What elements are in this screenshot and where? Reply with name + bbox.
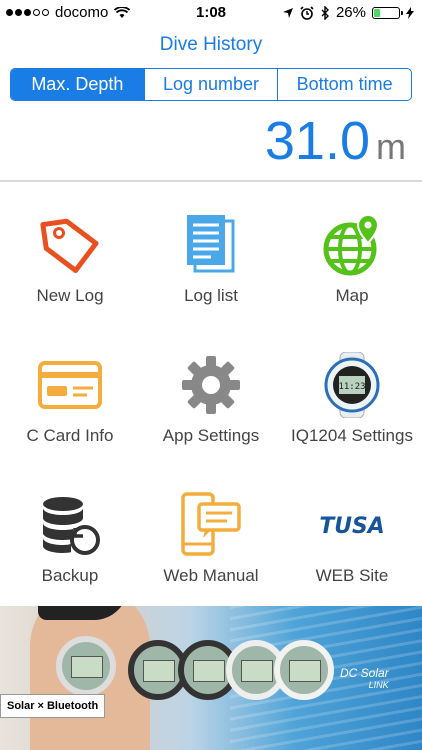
menu-label: Log list [184,286,238,305]
dive-watch-image [274,640,334,700]
menu-backup[interactable]: Backup [0,480,140,610]
status-right: 26% [282,4,414,21]
menu-iq1204-settings[interactable]: 11:23 IQ1204 Settings [282,340,422,470]
menu-c-card-info[interactable]: C Card Info [0,340,140,470]
bluetooth-text: Bluetooth [46,700,99,712]
segment-bottom-time[interactable]: Bottom time [277,69,411,100]
menu-app-settings[interactable]: App Settings [141,340,281,470]
max-depth-value: 31.0 [264,111,370,171]
divider [0,180,422,182]
dc-solar-text: DC Solar [340,666,389,680]
dc-solar-brand: DC Solar LINK [340,666,389,690]
svg-text:11:23: 11:23 [338,382,365,392]
battery-percent: 26% [335,4,366,21]
battery-icon [372,6,403,19]
menu-log-list[interactable]: Log list [141,200,281,330]
menu-web-site[interactable]: TUSA WEB Site [282,480,422,610]
charging-bolt-icon [406,6,414,19]
menu-label: C Card Info [26,426,114,445]
solar-bluetooth-tag: Solar × Bluetooth [0,694,106,718]
bluetooth-icon [321,5,329,20]
document-list-icon [176,210,246,280]
dc-solar-sub: LINK [368,680,389,690]
tag-separator: × [37,700,44,712]
segment-log-number[interactable]: Log number [143,69,278,100]
tusa-logo-text: TUSA [319,514,384,539]
promo-banner[interactable]: Solar × Bluetooth DC Solar LINK [0,606,422,750]
database-restore-icon [35,490,105,560]
menu-map[interactable]: Map [282,200,422,330]
menu-label: Backup [41,566,99,585]
tag-icon [35,210,105,280]
menu-label: New Log [36,286,104,305]
battery-level [374,8,380,17]
history-metric-segmented-control: Max. Depth Log number Bottom time [10,68,412,101]
segment-max-depth[interactable]: Max. Depth [11,69,144,100]
menu-label: Map [335,286,369,305]
dive-watch-image [56,636,116,696]
alarm-clock-icon [300,5,314,20]
menu-label: App Settings [162,426,260,445]
menu-label: IQ1204 Settings [291,426,413,445]
location-arrow-icon [282,7,293,18]
card-icon [35,350,105,420]
globe-pin-icon [317,210,387,280]
phone-chat-icon [176,490,246,560]
gear-icon [176,350,246,420]
menu-label: WEB Site [315,566,389,585]
menu-new-log[interactable]: New Log [0,200,140,330]
max-depth-unit: m [376,126,406,167]
status-bar: docomo 1:08 26% [0,0,422,26]
tusa-logo: TUSA [317,490,387,560]
solar-text: Solar [7,700,35,712]
menu-web-manual[interactable]: Web Manual [141,480,281,610]
max-depth-readout: 31.0 m [265,110,406,172]
page-title: Dive History [159,34,263,55]
dive-watch-icon: 11:23 [317,350,387,420]
menu-label: Web Manual [163,566,259,585]
